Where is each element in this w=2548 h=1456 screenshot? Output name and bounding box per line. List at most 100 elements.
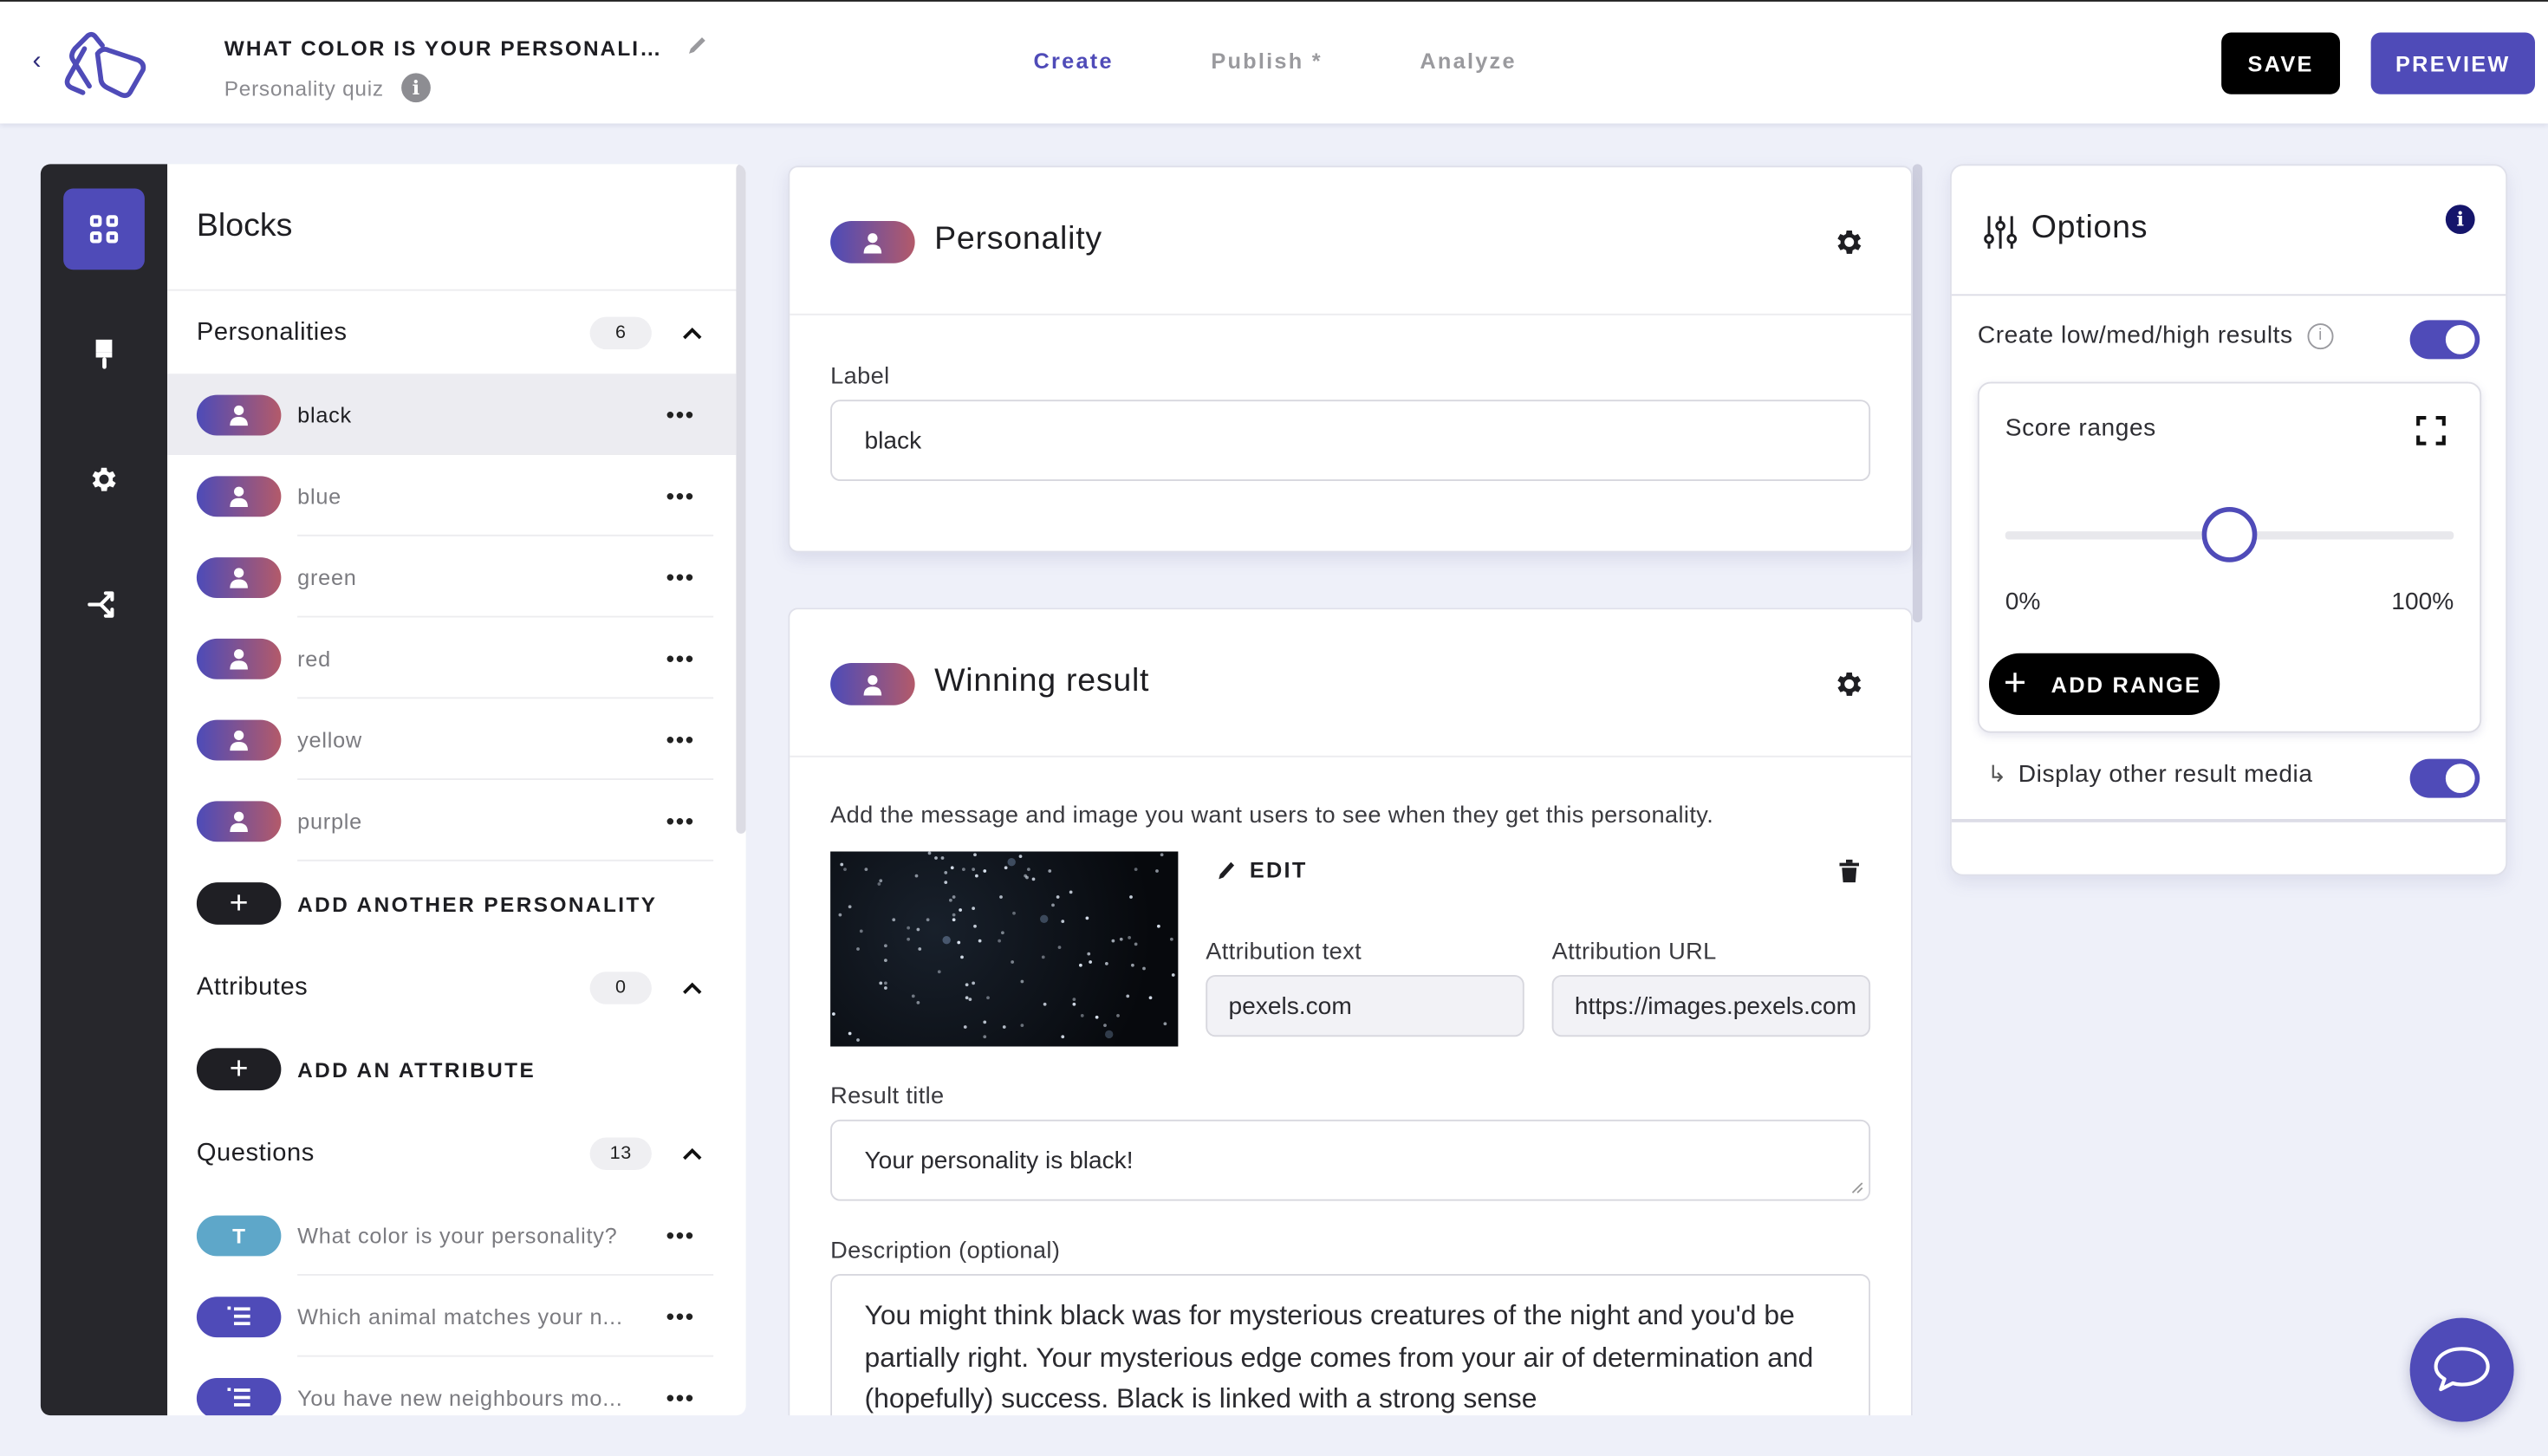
rail-design-button[interactable] <box>63 314 145 395</box>
star-speck <box>965 995 969 999</box>
rail-logic-button[interactable] <box>63 564 145 646</box>
more-options-icon[interactable]: ••• <box>666 1303 695 1329</box>
collapse-attributes-chevron-up-icon[interactable] <box>679 975 705 1001</box>
score-range-slider-thumb[interactable] <box>2201 507 2258 562</box>
star-speck <box>983 1020 987 1024</box>
more-options-icon[interactable]: ••• <box>666 401 695 427</box>
score-ranges-card: Score ranges 0% 100% + ADD RANGE <box>1977 381 2482 733</box>
personality-list-item[interactable]: red ••• <box>167 618 736 699</box>
blocks-scrollbar[interactable] <box>736 164 746 834</box>
editor-scrollbar[interactable] <box>1912 164 1923 623</box>
collapse-questions-chevron-up-icon[interactable] <box>679 1141 705 1167</box>
plus-icon: + <box>2003 661 2029 705</box>
more-options-icon[interactable]: ••• <box>666 1385 695 1411</box>
delete-image-trash-icon[interactable] <box>1838 858 1861 884</box>
star-speck <box>1128 936 1132 939</box>
resize-grip-icon[interactable] <box>1851 1181 1864 1194</box>
collapse-personalities-chevron-up-icon[interactable] <box>679 320 705 346</box>
rail-blocks-button[interactable] <box>63 188 145 270</box>
add-range-button[interactable]: + ADD RANGE <box>1989 653 2220 715</box>
tab-publish[interactable]: Publish * <box>1211 49 1323 73</box>
more-options-icon[interactable]: ••• <box>666 726 695 752</box>
tab-analyze[interactable]: Analyze <box>1420 49 1516 73</box>
more-options-icon[interactable]: ••• <box>666 483 695 509</box>
display-media-toggle[interactable] <box>2409 758 2480 798</box>
personality-name: purple <box>297 808 363 833</box>
expand-fullscreen-icon[interactable] <box>2416 416 2446 445</box>
star-speck <box>864 868 868 872</box>
tab-create[interactable]: Create <box>1034 49 1114 73</box>
chat-support-button[interactable] <box>2409 1317 2514 1422</box>
edit-image-button[interactable]: EDIT <box>1217 858 1307 882</box>
star-speck <box>907 926 911 930</box>
star-speck <box>1047 868 1051 873</box>
attribution-text-input[interactable]: pexels.com <box>1206 975 1524 1037</box>
branch-icon <box>88 591 114 618</box>
personality-card-title: Personality <box>934 221 1102 257</box>
star-speck <box>1127 994 1130 998</box>
question-list-item[interactable]: Which animal matches your n... ••• <box>167 1276 736 1357</box>
result-settings-gear-icon[interactable] <box>1833 668 1866 701</box>
list-icon <box>227 1306 250 1326</box>
question-list-item[interactable]: You have new neighbours mo... ••• <box>167 1357 736 1416</box>
description-textarea[interactable]: You might think black was for mysterious… <box>830 1274 1871 1417</box>
personality-list-item[interactable]: green ••• <box>167 536 736 618</box>
question-text: What color is your personality? <box>297 1222 618 1248</box>
back-chevron-icon[interactable]: ‹ <box>33 47 42 76</box>
edit-title-pencil-icon[interactable] <box>686 34 709 56</box>
star-speck <box>1050 902 1054 907</box>
star-speck <box>963 1024 967 1029</box>
app-logo-icon[interactable] <box>62 31 156 100</box>
options-info-icon[interactable]: i <box>2445 205 2475 234</box>
save-button[interactable]: SAVE <box>2221 32 2340 94</box>
star-speck <box>1111 939 1115 944</box>
star-speck <box>1019 855 1024 858</box>
star-speck <box>1043 1003 1047 1007</box>
personalities-section-header[interactable]: Personalities 6 <box>167 309 736 357</box>
quiz-type-info-icon[interactable]: i <box>401 73 432 103</box>
personality-list-item[interactable]: yellow ••• <box>167 699 736 780</box>
personality-name: blue <box>297 483 341 508</box>
result-title-label: Result title <box>830 1083 945 1110</box>
questions-section-header[interactable]: Questions 13 <box>167 1129 736 1178</box>
personality-list-item[interactable]: blue ••• <box>167 455 736 536</box>
result-title-input[interactable]: Your personality is black! <box>830 1119 1871 1201</box>
star-speck <box>1081 1014 1085 1018</box>
list-icon <box>227 1388 250 1407</box>
low-med-high-toggle[interactable] <box>2409 320 2480 360</box>
attribution-url-input[interactable]: https://images.pexels.com <box>1551 975 1871 1037</box>
star-speck <box>1010 960 1014 965</box>
personality-settings-gear-icon[interactable] <box>1833 226 1866 259</box>
person-icon <box>230 648 248 669</box>
attribution-text-label: Attribution text <box>1206 939 1362 965</box>
star-speck <box>916 1001 920 1005</box>
personality-list-item[interactable]: black ••• <box>167 374 737 455</box>
star-speck <box>1156 925 1160 928</box>
person-icon <box>863 232 882 253</box>
list-question-badge <box>196 1296 282 1337</box>
result-image[interactable] <box>830 851 1179 1047</box>
more-options-icon[interactable]: ••• <box>666 645 695 671</box>
preview-button[interactable]: PREVIEW <box>2370 32 2535 94</box>
more-options-icon[interactable]: ••• <box>666 564 695 590</box>
more-options-icon[interactable]: ••• <box>666 808 695 834</box>
score-range-slider[interactable] <box>2005 507 2454 562</box>
star-speck <box>1134 941 1139 946</box>
add-personality-button[interactable]: + ADD ANOTHER PERSONALITY <box>167 874 736 933</box>
star-speck <box>951 918 955 921</box>
star-speck <box>1019 980 1024 984</box>
low-med-high-info-icon[interactable]: i <box>2307 322 2334 349</box>
personality-list-item[interactable]: purple ••• <box>167 780 736 861</box>
row-divider <box>297 859 714 861</box>
attributes-section-header[interactable]: Attributes 0 <box>167 964 736 1012</box>
more-options-icon[interactable]: ••• <box>666 1222 695 1248</box>
personality-label-input[interactable]: black <box>830 400 1871 481</box>
star-speck <box>1089 960 1093 965</box>
blocks-panel: Blocks Personalities 6 black ••• blue ••• gr… <box>167 164 746 1416</box>
attributes-count-badge: 0 <box>589 972 652 1004</box>
star-speck <box>1001 932 1005 936</box>
rail-settings-button[interactable] <box>63 439 145 520</box>
add-attribute-button[interactable]: + ADD AN ATTRIBUTE <box>167 1040 736 1099</box>
question-list-item[interactable]: T What color is your personality? ••• <box>167 1194 736 1276</box>
display-media-label: Display other result media <box>2018 760 2313 789</box>
